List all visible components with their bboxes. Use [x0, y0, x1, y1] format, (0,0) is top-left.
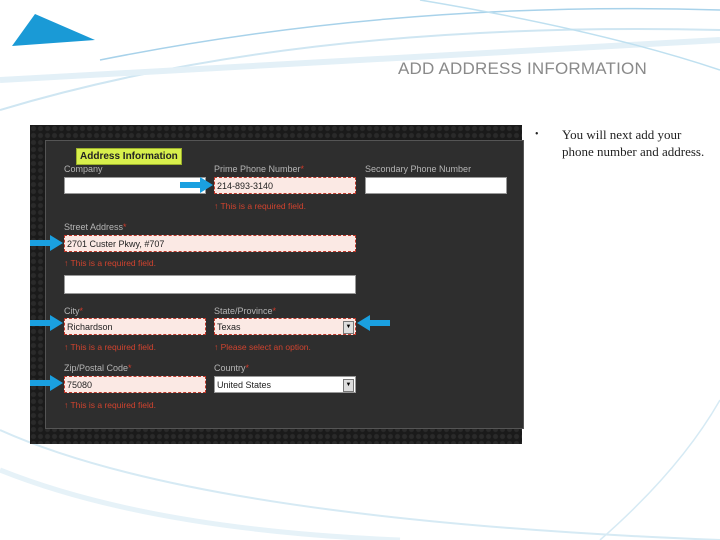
- bullet-text: You will next add your phone number and …: [562, 127, 705, 159]
- logo-icon: [12, 14, 95, 46]
- section-header: Address Information: [76, 148, 182, 165]
- city-error: ↑ This is a required field.: [64, 342, 156, 352]
- street-error: ↑ This is a required field.: [64, 258, 156, 268]
- country-label: Country*: [214, 363, 250, 373]
- bullet-icon: •: [535, 129, 539, 140]
- state-error: ↑ Please select an option.: [214, 342, 311, 352]
- secondary-phone-label: Secondary Phone Number: [365, 164, 472, 174]
- zip-label: Zip/Postal Code*: [64, 363, 132, 373]
- zip-input[interactable]: 75080: [64, 376, 206, 393]
- city-input[interactable]: Richardson: [64, 318, 206, 335]
- prime-phone-label: Prime Phone Number*: [214, 164, 305, 174]
- city-label: City*: [64, 306, 84, 316]
- zip-error: ↑ This is a required field.: [64, 400, 156, 410]
- street-input[interactable]: 2701 Custer Pkwy, #707: [64, 235, 356, 252]
- street2-input[interactable]: [64, 275, 356, 294]
- company-label: Company: [64, 164, 103, 174]
- street-label: Street Address*: [64, 222, 127, 232]
- state-label: State/Province*: [214, 306, 277, 316]
- prime-phone-error: ↑ This is a required field.: [214, 201, 306, 211]
- state-select[interactable]: Texas ▼: [214, 318, 356, 335]
- slide-title: ADD ADDRESS INFORMATION: [398, 59, 647, 78]
- company-input[interactable]: [64, 177, 206, 194]
- form-screenshot: Address Information Company Prime Phone …: [30, 125, 524, 444]
- secondary-phone-input[interactable]: [365, 177, 507, 194]
- dropdown-arrow-icon: ▼: [343, 321, 354, 334]
- prime-phone-input[interactable]: 214-893-3140: [214, 177, 356, 194]
- country-select[interactable]: United States ▼: [214, 376, 356, 393]
- dropdown-arrow-icon: ▼: [343, 379, 354, 392]
